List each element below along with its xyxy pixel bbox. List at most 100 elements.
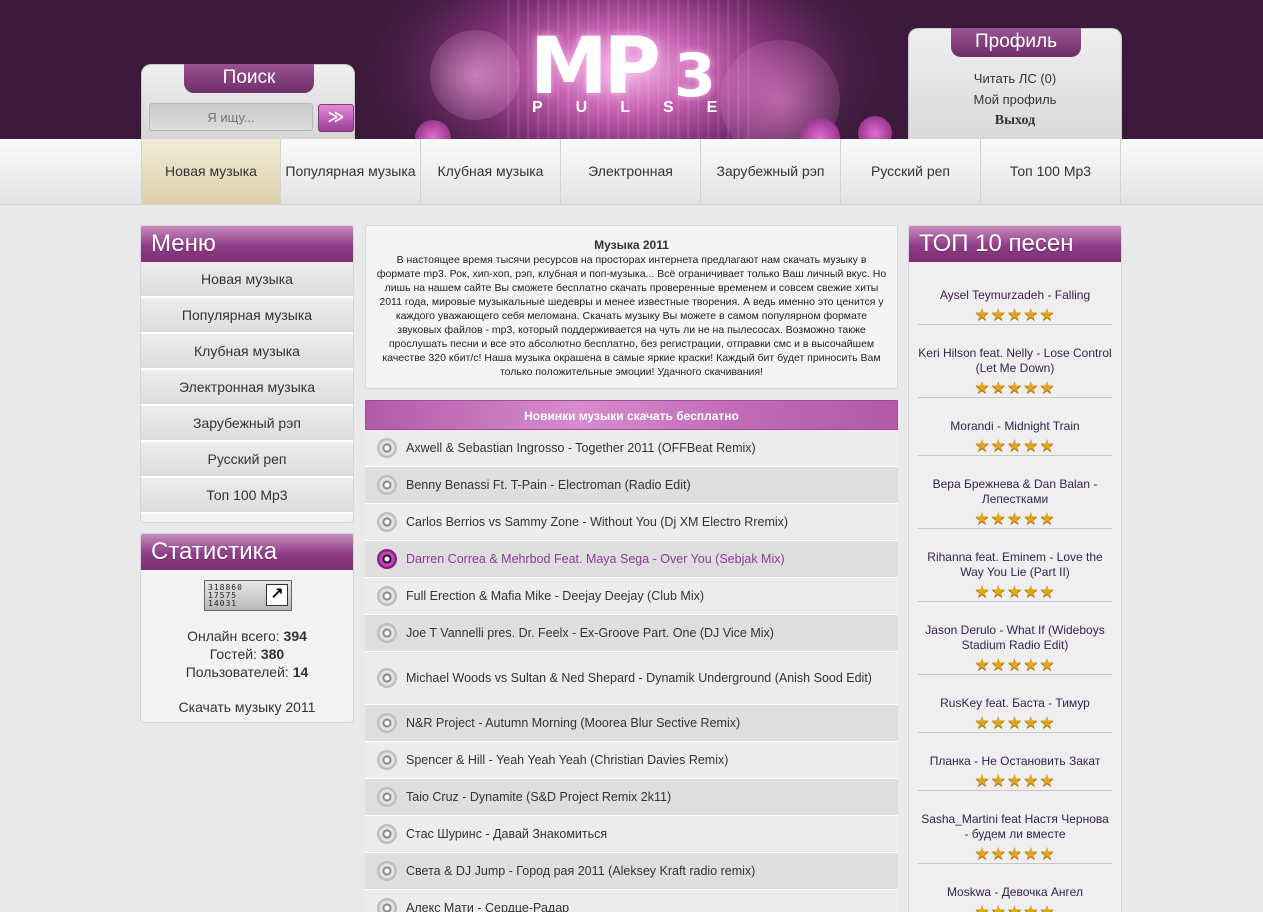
star-icon[interactable]: ★ <box>974 713 990 732</box>
play-disc-icon[interactable] <box>377 750 397 770</box>
read-messages-link[interactable]: Читать ЛС (0) <box>909 71 1121 86</box>
track-title[interactable]: Spencer & Hill - Yeah Yeah Yeah (Christi… <box>406 752 748 768</box>
track-row[interactable]: Света & DJ Jump - Город рая 2011 (Alekse… <box>365 853 898 890</box>
track-row[interactable]: Алекс Мати - Сердце-Радар <box>365 890 898 912</box>
star-icon[interactable]: ★ <box>1007 771 1023 790</box>
play-disc-icon[interactable] <box>377 713 397 733</box>
star-icon[interactable]: ★ <box>1023 582 1039 601</box>
star-icon[interactable]: ★ <box>974 436 990 455</box>
star-icon[interactable]: ★ <box>991 509 1007 528</box>
star-icon[interactable]: ★ <box>1039 378 1055 397</box>
track-title[interactable]: Стас Шуринс - Давай Знакомиться <box>406 826 627 842</box>
star-icon[interactable]: ★ <box>974 655 990 674</box>
star-icon[interactable]: ★ <box>1007 902 1023 912</box>
top10-song-link[interactable]: Планка - Не Остановить Закат <box>918 754 1112 769</box>
star-icon[interactable]: ★ <box>1007 378 1023 397</box>
star-icon[interactable]: ★ <box>1039 713 1055 732</box>
track-row[interactable]: Full Erection & Mafia Mike - Deejay Deej… <box>365 578 898 615</box>
star-icon[interactable]: ★ <box>991 378 1007 397</box>
star-icon[interactable]: ★ <box>1007 582 1023 601</box>
nav-item-popular-music[interactable]: Популярная музыка <box>281 139 421 204</box>
star-icon[interactable]: ★ <box>1007 436 1023 455</box>
top10-song-link[interactable]: Aysel Teymurzadeh - Falling <box>918 288 1112 303</box>
track-title[interactable]: N&R Project - Autumn Morning (Moorea Blu… <box>406 715 760 731</box>
track-row[interactable]: Axwell & Sebastian Ingrosso - Together 2… <box>365 430 898 467</box>
nav-item-top100[interactable]: Топ 100 Mp3 <box>981 139 1121 204</box>
logout-link[interactable]: Выход <box>909 113 1121 129</box>
menu-item-top100[interactable]: Топ 100 Mp3 <box>141 478 353 514</box>
star-icon[interactable]: ★ <box>974 582 990 601</box>
menu-item-russian-rap[interactable]: Русский реп <box>141 442 353 478</box>
menu-item-popular-music[interactable]: Популярная музыка <box>141 298 353 334</box>
star-icon[interactable]: ★ <box>1039 844 1055 863</box>
star-icon[interactable]: ★ <box>1023 509 1039 528</box>
track-row[interactable]: Taio Cruz - Dynamite (S&D Project Remix … <box>365 779 898 816</box>
site-logo[interactable]: MP 3 PULSE <box>526 22 726 122</box>
track-title[interactable]: Света & DJ Jump - Город рая 2011 (Alekse… <box>406 863 775 879</box>
play-disc-icon[interactable] <box>377 861 397 881</box>
play-disc-icon[interactable] <box>377 787 397 807</box>
top10-song-link[interactable]: Moskwa - Девочка Ангел <box>918 885 1112 900</box>
download-music-link[interactable]: Скачать музыку 2011 <box>141 699 353 715</box>
play-disc-icon[interactable] <box>377 586 397 606</box>
menu-item-club-music[interactable]: Клубная музыка <box>141 334 353 370</box>
top10-song-link[interactable]: RusKey feat. Баста - Тимур <box>918 696 1112 711</box>
track-title[interactable]: Benny Benassi Ft. T-Pain - Electroman (R… <box>406 477 711 493</box>
track-row[interactable]: Spencer & Hill - Yeah Yeah Yeah (Christi… <box>365 742 898 779</box>
star-icon[interactable]: ★ <box>1023 902 1039 912</box>
nav-item-electronic[interactable]: Электронная <box>561 139 701 204</box>
play-disc-icon[interactable] <box>377 824 397 844</box>
menu-item-foreign-rap[interactable]: Зарубежный рэп <box>141 406 353 442</box>
track-row[interactable]: N&R Project - Autumn Morning (Moorea Blu… <box>365 705 898 742</box>
menu-item-new-music[interactable]: Новая музыка <box>141 262 353 298</box>
star-icon[interactable]: ★ <box>991 713 1007 732</box>
star-icon[interactable]: ★ <box>1039 509 1055 528</box>
star-icon[interactable]: ★ <box>1039 771 1055 790</box>
top10-song-link[interactable]: Keri Hilson feat. Nelly - Lose Control (… <box>918 346 1112 376</box>
star-icon[interactable]: ★ <box>1039 902 1055 912</box>
track-row[interactable]: Benny Benassi Ft. T-Pain - Electroman (R… <box>365 467 898 504</box>
nav-item-club-music[interactable]: Клубная музыка <box>421 139 561 204</box>
star-icon[interactable]: ★ <box>991 844 1007 863</box>
top10-song-link[interactable]: Jason Derulo - What If (Wideboys Stadium… <box>918 623 1112 653</box>
track-title[interactable]: Carlos Berrios vs Sammy Zone - Without Y… <box>406 514 808 530</box>
star-icon[interactable]: ★ <box>1023 844 1039 863</box>
star-icon[interactable]: ★ <box>1007 509 1023 528</box>
track-title[interactable]: Алекс Мати - Сердце-Радар <box>406 900 589 912</box>
star-icon[interactable]: ★ <box>991 305 1007 324</box>
star-icon[interactable]: ★ <box>974 902 990 912</box>
top10-song-link[interactable]: Morandi - Midnight Train <box>918 419 1112 434</box>
star-icon[interactable]: ★ <box>1023 713 1039 732</box>
play-disc-icon[interactable] <box>377 549 397 569</box>
star-icon[interactable]: ★ <box>974 509 990 528</box>
play-disc-icon[interactable] <box>377 668 397 688</box>
star-icon[interactable]: ★ <box>1007 305 1023 324</box>
star-icon[interactable]: ★ <box>1023 378 1039 397</box>
nav-item-foreign-rap[interactable]: Зарубежный рэп <box>701 139 841 204</box>
star-icon[interactable]: ★ <box>1023 436 1039 455</box>
play-disc-icon[interactable] <box>377 475 397 495</box>
search-submit-button[interactable]: ≫ <box>318 104 354 132</box>
star-icon[interactable]: ★ <box>1023 655 1039 674</box>
track-title[interactable]: Taio Cruz - Dynamite (S&D Project Remix … <box>406 789 691 805</box>
star-icon[interactable]: ★ <box>1023 305 1039 324</box>
star-icon[interactable]: ★ <box>1007 713 1023 732</box>
star-icon[interactable]: ★ <box>1039 436 1055 455</box>
star-icon[interactable]: ★ <box>974 305 990 324</box>
star-icon[interactable]: ★ <box>1039 655 1055 674</box>
nav-item-new-music[interactable]: Новая музыка <box>141 139 281 204</box>
star-icon[interactable]: ★ <box>1023 771 1039 790</box>
star-icon[interactable]: ★ <box>991 436 1007 455</box>
menu-item-electronic-music[interactable]: Электронная музыка <box>141 370 353 406</box>
star-icon[interactable]: ★ <box>991 902 1007 912</box>
track-title[interactable]: Joe T Vannelli pres. Dr. Feelx - Ex-Groo… <box>406 625 794 641</box>
track-title[interactable]: Axwell & Sebastian Ingrosso - Together 2… <box>406 440 776 456</box>
track-row[interactable]: Darren Correa & Mehrbod Feat. Maya Sega … <box>365 541 898 578</box>
star-icon[interactable]: ★ <box>991 655 1007 674</box>
play-disc-icon[interactable] <box>377 898 397 912</box>
play-disc-icon[interactable] <box>377 438 397 458</box>
nav-item-russian-rap[interactable]: Русский реп <box>841 139 981 204</box>
top10-song-link[interactable]: Sasha_Martini feat Настя Чернова - будем… <box>918 812 1112 842</box>
play-disc-icon[interactable] <box>377 623 397 643</box>
search-input[interactable] <box>149 103 313 131</box>
